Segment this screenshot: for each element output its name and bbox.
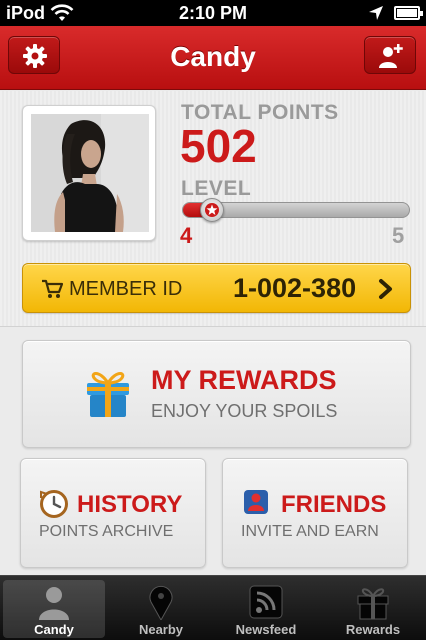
level-label: LEVEL <box>181 177 252 200</box>
history-title: HISTORY <box>77 491 183 518</box>
my-rewards-subtitle: ENJOY YOUR SPOILS <box>151 401 338 421</box>
tab-newsfeed[interactable]: Newsfeed <box>215 580 317 638</box>
level-progress-bar <box>182 198 410 222</box>
tab-label-newsfeed: Newsfeed <box>235 622 297 637</box>
tab-candy[interactable]: Candy <box>3 580 105 638</box>
level-next: 5 <box>392 223 405 248</box>
profile-photo <box>31 114 149 232</box>
history-subtitle: POINTS ARCHIVE <box>39 523 174 540</box>
friends-button[interactable]: FRIENDS INVITE AND EARN <box>222 458 408 568</box>
gift-icon <box>357 588 389 620</box>
clock-time: 2:10 PM <box>178 3 248 23</box>
my-rewards-title: MY REWARDS <box>151 365 337 395</box>
avatar[interactable] <box>22 105 156 241</box>
person-icon <box>39 587 69 620</box>
friends-title: FRIENDS <box>281 491 387 518</box>
profile-panel: TOTAL POINTS 502 LEVEL 4 5 MEMBER ID 1-0… <box>0 91 426 327</box>
member-id-label: MEMBER ID <box>69 278 183 300</box>
add-user-icon <box>379 44 403 68</box>
friend-badge-icon <box>244 490 268 514</box>
rss-icon <box>249 585 283 619</box>
status-bar: iPod 2:10 PM <box>0 0 426 26</box>
member-id-button[interactable]: MEMBER ID 1-002-380 <box>22 263 411 313</box>
battery-level <box>397 9 417 17</box>
gear-icon <box>23 44 47 68</box>
tab-label-nearby: Nearby <box>138 622 184 637</box>
battery-icon <box>394 6 423 20</box>
gift-icon <box>87 372 129 417</box>
level-star-icon <box>200 198 225 222</box>
cart-icon <box>42 279 63 298</box>
total-points-value: 502 <box>180 120 257 172</box>
tab-nearby[interactable]: Nearby <box>110 580 212 638</box>
tab-rewards[interactable]: Rewards <box>322 580 424 638</box>
tab-bar: Candy Nearby Newsfeed Rewards <box>0 575 426 640</box>
friends-subtitle: INVITE AND EARN <box>241 523 379 540</box>
level-current: 4 <box>180 223 193 248</box>
clock-icon <box>40 490 68 518</box>
chevron-right-icon <box>379 279 392 299</box>
tab-label-candy: Candy <box>34 622 74 637</box>
add-friend-button[interactable] <box>364 36 416 74</box>
page-title: Candy <box>170 41 256 72</box>
history-button[interactable]: HISTORY POINTS ARCHIVE <box>20 458 206 568</box>
tab-label-rewards: Rewards <box>345 622 401 637</box>
map-pin-icon <box>149 585 173 620</box>
member-id-value: 1-002-380 <box>233 273 357 303</box>
settings-button[interactable] <box>8 36 60 74</box>
my-rewards-button[interactable]: MY REWARDS ENJOY YOUR SPOILS <box>22 340 411 448</box>
nav-bar: Candy <box>0 26 426 90</box>
location-arrow-icon <box>369 6 383 20</box>
